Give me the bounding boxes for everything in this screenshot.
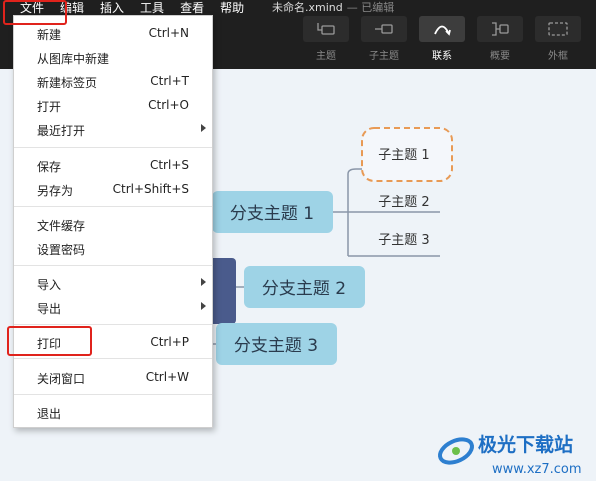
topic-icon [317,23,335,35]
print-item-highlight [7,326,92,356]
menu-item-label: 最近打开 [37,124,86,138]
menu-divider [14,265,212,266]
menu-item-label: 导入 [37,278,62,292]
menu-item-save[interactable]: 保存 Ctrl+S [14,154,212,176]
menu-item-label: 文件缓存 [37,219,86,233]
subtopic-3-label[interactable]: 子主题 3 [378,233,429,248]
relationship-icon [434,25,451,36]
menu-divider [14,358,212,359]
subtopic-1-label[interactable]: 子主题 1 [378,148,429,163]
file-menu-dropdown: 新建 Ctrl+N 从图库中新建 新建标签页 Ctrl+T 打开 Ctrl+O 最近打… [13,15,213,428]
menu-item-close-window[interactable]: 关闭窗口 Ctrl+W [14,366,212,388]
menu-divider [14,394,212,395]
menu-item-shortcut: Ctrl+N [148,26,189,40]
menu-item-shortcut: Ctrl+Shift+S [112,182,189,196]
boundary-icon [548,22,568,36]
boundary-button-label: 外框 [548,51,568,62]
menu-item-shortcut: Ctrl+W [145,370,189,384]
submenu-arrow-icon [201,302,206,310]
menu-item-new[interactable]: 新建 Ctrl+N [14,22,212,44]
menu-item-shortcut: Ctrl+S [149,158,189,172]
toolbar: 主题 子主题 联系 概要 外框 [302,16,582,62]
subtopic-icon [375,24,393,34]
menu-item-label: 关闭窗口 [37,372,86,386]
menu-item-new-tab[interactable]: 新建标签页 Ctrl+T [14,70,212,92]
watermark-logo-dot [452,447,460,455]
watermark-title: 极光下载站 [478,433,573,456]
menu-item-label: 另存为 [37,184,74,198]
subtopic-2-label[interactable]: 子主题 2 [378,195,429,210]
watermark: 极光下载站 www.xz7.com [438,433,582,477]
menu-tools[interactable]: 工具 [132,1,172,15]
file-menu-highlight [3,0,67,25]
submenu-arrow-icon [201,278,206,286]
menu-item-import[interactable]: 导入 [14,272,212,294]
menu-item-shortcut: Ctrl+O [148,98,189,112]
relationship-button-label: 联系 [432,51,452,62]
menu-item-recent[interactable]: 最近打开 [14,118,212,140]
summary-button-label: 概要 [490,51,510,62]
menu-item-shortcut: Ctrl+T [150,74,189,88]
summary-icon [492,22,509,36]
branch-topic-3-label: 分支主题 3 [234,336,318,356]
menu-item-label: 保存 [37,160,62,174]
menu-item-set-password[interactable]: 设置密码 [14,237,212,259]
document-status: — 已编辑 [346,1,395,14]
summary-button[interactable]: 概要 [476,16,524,62]
menu-item-exit[interactable]: 退出 [14,401,212,423]
branch-topic-2-label: 分支主题 2 [262,279,346,299]
menu-insert[interactable]: 插入 [92,1,132,15]
menu-item-file-cache[interactable]: 文件缓存 [14,213,212,235]
boundary-button[interactable]: 外框 [534,16,582,62]
menu-item-new-from-gallery[interactable]: 从图库中新建 [14,46,212,68]
menu-item-label: 导出 [37,302,62,316]
topic-button-label: 主题 [316,51,336,62]
menu-item-export[interactable]: 导出 [14,296,212,318]
menu-item-label: 设置密码 [37,243,86,257]
menu-item-label: 新建标签页 [37,76,98,90]
menu-item-label: 打开 [37,100,62,114]
subtopic-button-label: 子主题 [369,51,399,62]
document-title: 未命名.xmind — 已编辑 [272,0,394,15]
submenu-arrow-icon [201,124,206,132]
menu-item-label: 退出 [37,407,62,421]
menu-item-shortcut: Ctrl+P [150,335,189,349]
menu-item-label: 新建 [37,28,62,42]
menu-item-open[interactable]: 打开 Ctrl+O [14,94,212,116]
menu-help[interactable]: 帮助 [212,1,252,15]
menu-item-save-as[interactable]: 另存为 Ctrl+Shift+S [14,178,212,200]
menu-divider [14,147,212,148]
subtopic-button[interactable]: 子主题 [360,16,408,62]
watermark-url: www.xz7.com [492,462,582,477]
document-name: 未命名.xmind [272,1,343,14]
topic-button[interactable]: 主题 [302,16,350,62]
branch-topic-1-label: 分支主题 1 [230,204,314,224]
menu-view[interactable]: 查看 [172,1,212,15]
menu-item-label: 从图库中新建 [37,52,110,66]
relationship-button[interactable]: 联系 [418,16,466,62]
menu-divider [14,206,212,207]
menu-divider [14,324,212,325]
